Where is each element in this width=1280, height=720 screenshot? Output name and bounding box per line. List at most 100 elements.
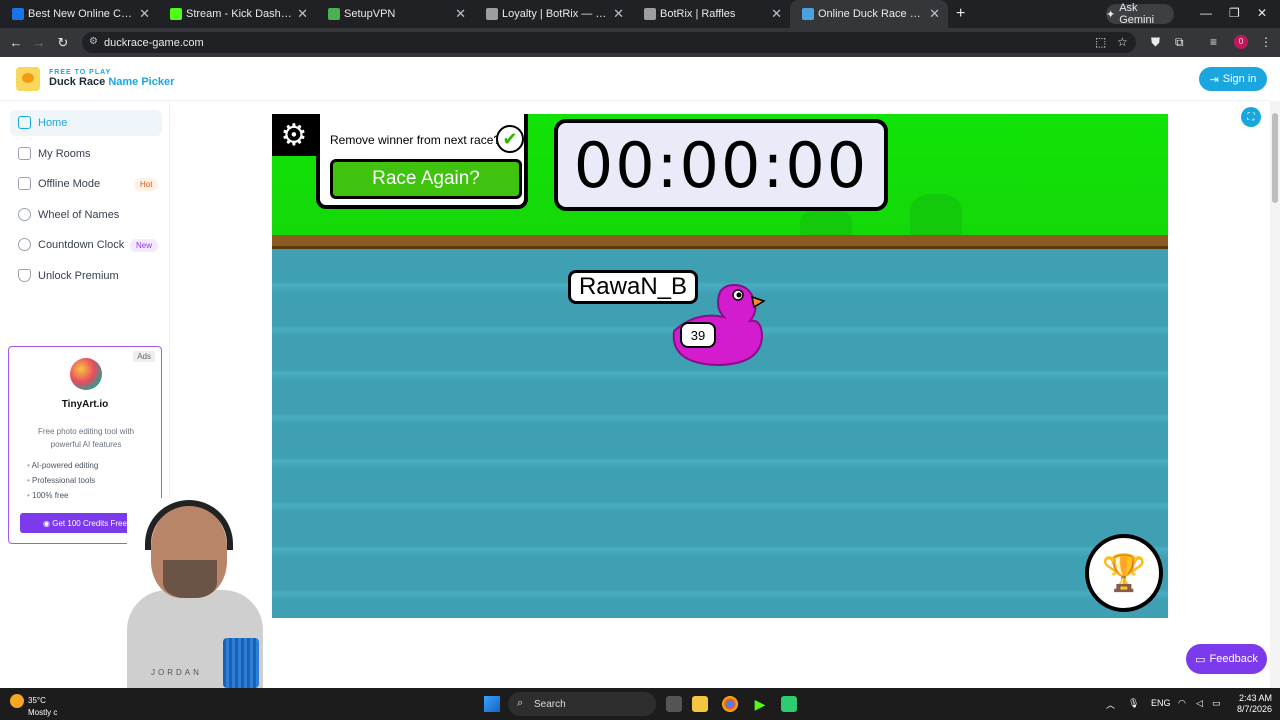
- forward-icon[interactable]: →: [27, 35, 51, 50]
- browser-tab[interactable]: Loyalty | BotRix — Cloud Stream✕: [474, 0, 632, 28]
- reload-icon[interactable]: ↻: [51, 35, 75, 51]
- browser-tab[interactable]: SetupVPN ✕: [316, 0, 474, 28]
- media-controls-icon[interactable]: ≡: [1210, 35, 1217, 49]
- file-explorer-icon[interactable]: [692, 696, 708, 712]
- clock-icon: [18, 238, 31, 251]
- tab-close-icon[interactable]: ✕: [929, 6, 940, 22]
- tab-favicon-icon: [170, 8, 182, 20]
- sidebar-item-home[interactable]: Home: [10, 110, 162, 136]
- minimize-icon[interactable]: —: [1200, 6, 1212, 20]
- person-beard: [163, 560, 217, 598]
- bookmark-star-icon[interactable]: ☆: [1117, 35, 1128, 49]
- tab-favicon-icon: [486, 8, 498, 20]
- browser-tab-active[interactable]: Online Duck Race Name Pi✕: [790, 0, 948, 28]
- tab-close-icon[interactable]: ✕: [613, 6, 624, 22]
- tinyart-logo-icon: [70, 358, 102, 390]
- sun-icon: [10, 694, 24, 708]
- url-field[interactable]: ⚙ duckrace-game.com: [82, 32, 1136, 53]
- task-view-icon[interactable]: [666, 696, 682, 712]
- ad-title: TinyArt.io: [61, 399, 109, 410]
- chrome-icon[interactable]: [722, 696, 738, 712]
- login-icon: ⇥: [1209, 73, 1219, 86]
- system-clock[interactable]: 2:43 AM 8/7/2026: [1232, 693, 1272, 715]
- webcam-overlay: JORDAN: [127, 498, 263, 688]
- tab-favicon-icon: [802, 8, 814, 20]
- scrollbar-thumb[interactable]: [1272, 113, 1278, 203]
- river-bank: [272, 235, 1168, 249]
- search-icon: ⌕: [517, 697, 524, 709]
- ad-tag: Ads: [133, 351, 155, 362]
- wheel-icon: [18, 208, 31, 221]
- race-again-button[interactable]: Race Again?: [330, 159, 522, 199]
- tab-close-icon[interactable]: ✕: [771, 6, 782, 22]
- wifi-off-icon: [18, 177, 31, 190]
- extension-icon[interactable]: ⛊: [1151, 35, 1160, 50]
- ad-feature: AI-powered editing: [27, 461, 99, 470]
- profile-avatar[interactable]: 0: [1234, 35, 1248, 49]
- trophy-icon[interactable]: 🏆: [1085, 534, 1163, 612]
- menu-kebab-icon[interactable]: ⋮: [1260, 35, 1272, 49]
- shirt-print: JORDAN: [151, 668, 202, 677]
- brand-name[interactable]: Duck Race Name Picker: [49, 76, 174, 88]
- back-icon[interactable]: ←: [4, 35, 28, 50]
- windows-start-icon[interactable]: [484, 696, 500, 712]
- duck-number-badge: 39: [680, 322, 716, 348]
- feedback-button[interactable]: ▭ Feedback: [1186, 644, 1267, 674]
- sidebar-item-my-rooms[interactable]: My Rooms: [10, 141, 162, 167]
- sidebar-item-wheel-of-names[interactable]: Wheel of Names: [10, 202, 162, 228]
- extensions-puzzle-icon[interactable]: ⧉: [1175, 35, 1184, 50]
- race-timer: 00:00:00: [554, 119, 888, 211]
- grid-icon: [18, 147, 31, 160]
- wifi-icon[interactable]: ◠: [1178, 698, 1186, 709]
- site-info-icon[interactable]: ⚙: [89, 36, 98, 47]
- tab-close-icon[interactable]: ✕: [455, 6, 466, 22]
- sidebar-item-offline-mode[interactable]: Offline Mode Hot: [10, 171, 162, 197]
- taskbar-search[interactable]: ⌕ Search: [508, 692, 656, 716]
- tray-chevron-icon[interactable]: ︿: [1106, 698, 1115, 711]
- window-close-icon[interactable]: ✕: [1257, 6, 1267, 20]
- speaker-can: [223, 638, 259, 688]
- volume-icon[interactable]: ◁: [1196, 698, 1203, 709]
- page-scrollbar[interactable]: [1270, 101, 1280, 688]
- tab-close-icon[interactable]: ✕: [297, 6, 308, 22]
- new-tab-icon[interactable]: +: [956, 5, 965, 23]
- microphone-icon[interactable]: 🎙: [1128, 698, 1139, 709]
- home-icon: [18, 116, 31, 129]
- coin-icon: ◉: [43, 518, 53, 528]
- restore-icon[interactable]: ❐: [1229, 6, 1240, 20]
- tab-close-icon[interactable]: ✕: [139, 6, 150, 22]
- duck-logo-icon[interactable]: [16, 67, 40, 91]
- sidebar-item-unlock-premium[interactable]: Unlock Premium: [10, 263, 162, 289]
- race-control-panel: Remove winner from next race? ✔ Race Aga…: [316, 114, 528, 209]
- weather-widget[interactable]: 35°C Mostly c: [10, 694, 57, 718]
- app-icon[interactable]: [781, 696, 797, 712]
- hot-badge: Hot: [134, 177, 159, 191]
- address-bar-row: ← → ↻ ⚙ duckrace-game.com ⬚ ☆ ⛊ ⧉ ≡ 0 ⋮: [0, 28, 1280, 57]
- ad-feature: 100% free: [27, 491, 68, 500]
- shield-icon: [18, 269, 31, 282]
- language-indicator[interactable]: ENG: [1151, 698, 1171, 708]
- windows-taskbar: 35°C Mostly c ⌕ Search ▶ ︿ 🎙 ENG ◠ ◁ ▭ 2:…: [0, 688, 1280, 720]
- sidebar-item-countdown-clock[interactable]: Countdown Clock New: [10, 232, 162, 258]
- ask-gemini-button[interactable]: ✦ Ask Gemini: [1106, 2, 1174, 26]
- fullscreen-icon[interactable]: ⛶: [1241, 107, 1261, 127]
- bush: [800, 210, 852, 236]
- sign-in-button[interactable]: ⇥ Sign in: [1199, 67, 1267, 91]
- kick-icon[interactable]: ▶: [752, 696, 768, 712]
- install-app-icon[interactable]: ⬚: [1095, 35, 1106, 49]
- browser-tab[interactable]: Stream - Kick Dashboard✕: [158, 0, 316, 28]
- ad-feature: Professional tools: [27, 476, 95, 485]
- gemini-icon: ✦: [1106, 8, 1116, 21]
- battery-icon[interactable]: ▭: [1212, 698, 1221, 709]
- race-game-canvas[interactable]: ⚙ Remove winner from next race? ✔ Race A…: [272, 114, 1168, 618]
- new-badge: New: [130, 238, 159, 252]
- browser-tab-bar: Best New Online Casino Ga✕ Stream - Kick…: [0, 0, 1280, 28]
- bush: [910, 194, 962, 236]
- browser-tab[interactable]: BotRix | Raffles ✕: [632, 0, 790, 28]
- site-header: FREE TO PLAY Duck Race Name Picker ⇥ Sign…: [0, 57, 1270, 101]
- browser-tab[interactable]: Best New Online Casino Ga✕: [0, 0, 158, 28]
- settings-gear-icon[interactable]: ⚙: [272, 114, 316, 156]
- tab-favicon-icon: [644, 8, 656, 20]
- remove-winner-checkbox[interactable]: ✔: [496, 125, 524, 153]
- remove-winner-label: Remove winner from next race?: [330, 133, 501, 147]
